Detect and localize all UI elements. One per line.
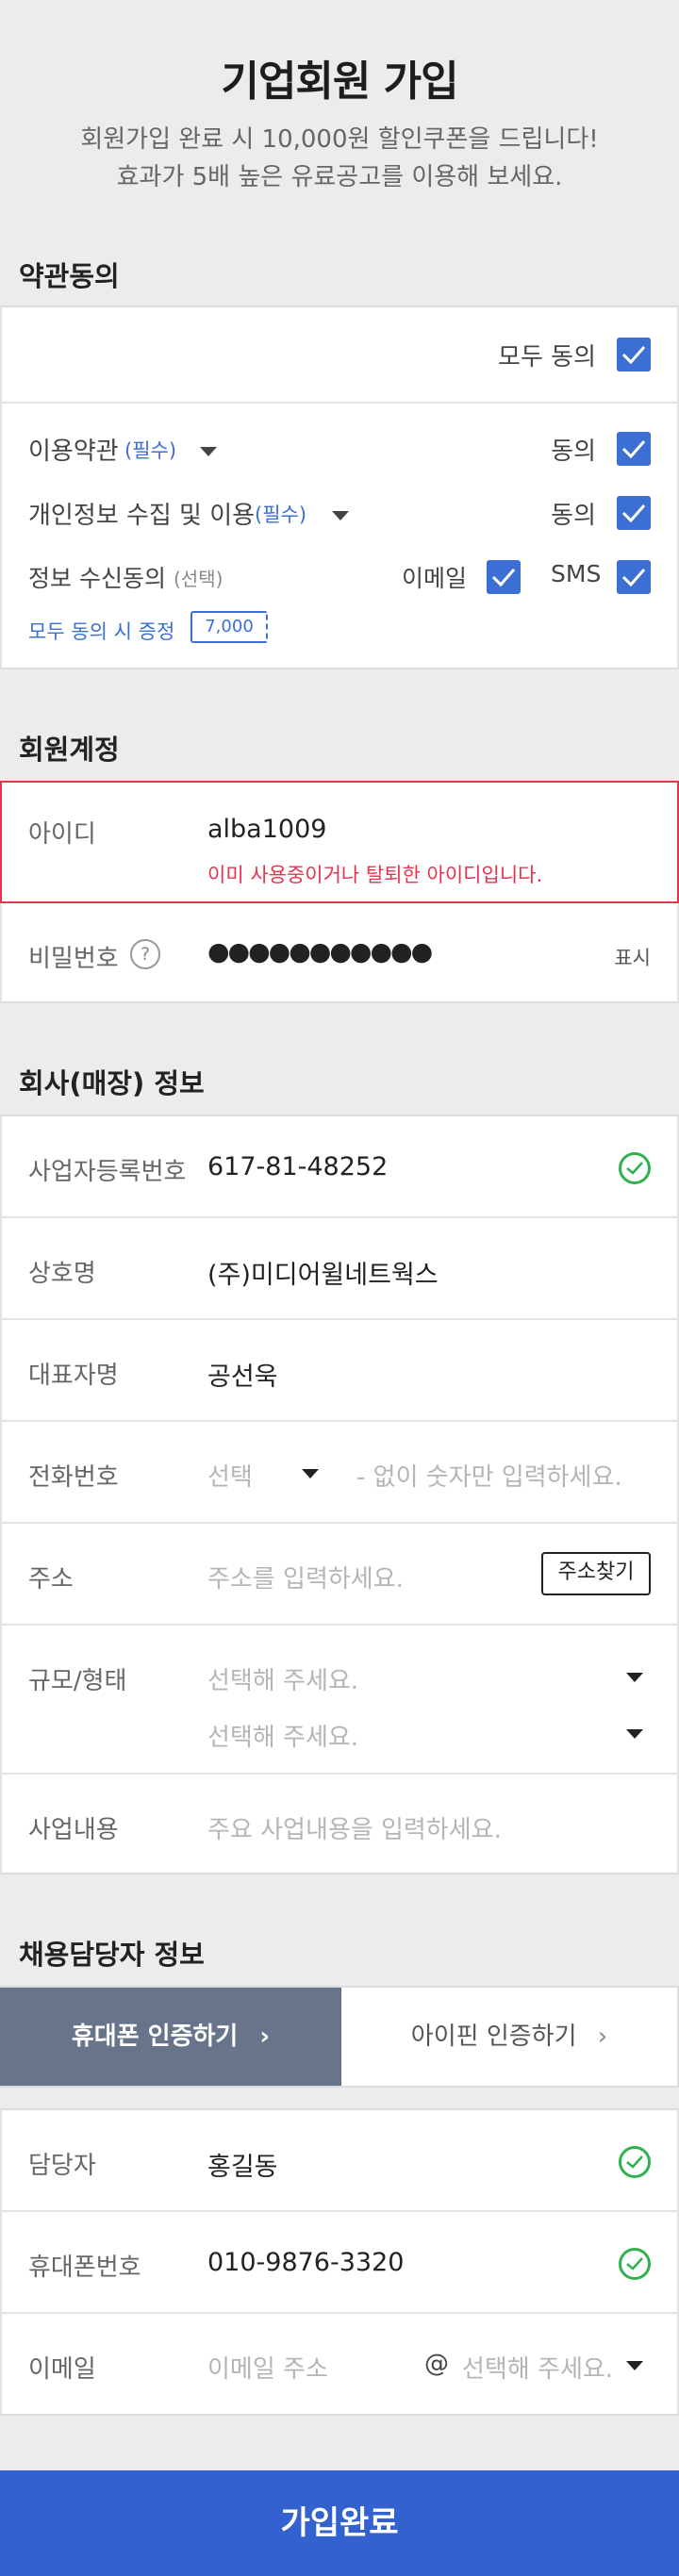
id-error-message: 이미 사용중이거나 탈퇴한 아이디입니다. bbox=[207, 864, 543, 886]
page-header: 기업회원 가입 회원가입 완료 시 10,000원 할인쿠폰을 드립니다! 효과… bbox=[0, 0, 679, 217]
tab-ipin-auth-label: 아이핀 인증하기 bbox=[410, 2023, 577, 2051]
email-local-input[interactable]: 이메일 주소 bbox=[207, 2350, 328, 2385]
marketing-label: 정보 수신동의 bbox=[28, 565, 166, 592]
phone-prefix-caret-icon[interactable] bbox=[302, 1469, 319, 1478]
manager-email-row: 이메일 이메일 주소 @ 선택해 주세요. bbox=[2, 2314, 677, 2414]
tab-ipin-auth-chevron-icon: › bbox=[597, 2023, 608, 2051]
manager-mobile-label: 휴대폰번호 bbox=[28, 2254, 141, 2282]
manager-name-row: 담당자 홍길동 bbox=[2, 2110, 677, 2210]
terms-card: 모두 동의 이용약관 (필수) 동의 개인정보 수집 및 이용 (필수) 동의 … bbox=[0, 305, 679, 669]
submit-button[interactable]: 가입완료 bbox=[0, 2470, 679, 2576]
email-at-symbol: @ bbox=[424, 2350, 449, 2378]
page-subtitle-line2: 효과가 5배 높은 유료공고를 이용해 보세요. bbox=[116, 163, 563, 191]
company-name-row: 상호명 (주)미디어윌네트웍스 bbox=[2, 1218, 677, 1318]
business-label: 사업내용 bbox=[28, 1816, 119, 1844]
business-input[interactable]: 주요 사업내용을 입력하세요. bbox=[207, 1810, 502, 1845]
terms-service-checkbox[interactable] bbox=[617, 432, 651, 466]
ceo-row: 대표자명 공선욱 bbox=[2, 1320, 677, 1420]
terms-row-service: 이용약관 (필수) 동의 bbox=[2, 421, 677, 477]
coupon-badge: 7,000 bbox=[190, 611, 268, 643]
auth-tabs: 휴대폰 인증하기 › 아이핀 인증하기 › bbox=[0, 1986, 679, 2088]
password-help-icon[interactable]: ? bbox=[130, 939, 160, 969]
company-name-input[interactable]: (주)미디어윌네트웍스 bbox=[207, 1254, 439, 1291]
terms-privacy-expand-icon[interactable] bbox=[332, 511, 349, 520]
address-row: 주소 주소를 입력하세요. 주소찾기 bbox=[2, 1524, 677, 1624]
biz-no-input[interactable]: 617-81-48252 bbox=[207, 1152, 388, 1181]
ceo-label: 대표자명 bbox=[28, 1362, 119, 1390]
marketing-sms-checkbox[interactable] bbox=[617, 560, 651, 594]
terms-service-label: 이용약관 bbox=[28, 438, 119, 466]
manager-name-label: 담당자 bbox=[28, 2152, 96, 2180]
email-domain-select[interactable]: 선택해 주세요. bbox=[462, 2350, 613, 2385]
coupon-promo-row: 모두 동의 시 증정 7,000 bbox=[2, 609, 677, 651]
id-input[interactable]: alba1009 bbox=[207, 815, 326, 844]
page-subtitle-line1: 회원가입 완료 시 10,000원 할인쿠폰을 드립니다! bbox=[80, 125, 599, 154]
company-section-title: 회사(매장) 정보 bbox=[19, 1067, 205, 1099]
manager-email-label: 이메일 bbox=[28, 2355, 96, 2384]
terms-privacy-checkbox[interactable] bbox=[617, 496, 651, 530]
password-label: 비밀번호 bbox=[28, 945, 119, 973]
address-search-button[interactable]: 주소찾기 bbox=[541, 1552, 651, 1595]
company-phone-row: 전화번호 선택 - 없이 숫자만 입력하세요. bbox=[2, 1422, 677, 1522]
tab-phone-auth-chevron-icon: › bbox=[259, 2023, 271, 2051]
id-row: 아이디 alba1009 이미 사용중이거나 탈퇴한 아이디입니다. bbox=[2, 783, 677, 903]
business-row: 사업내용 주요 사업내용을 입력하세요. bbox=[2, 1775, 677, 1874]
terms-section-title: 약관동의 bbox=[19, 260, 120, 292]
manager-name-verified-icon bbox=[619, 2146, 651, 2178]
account-section-title: 회원계정 bbox=[19, 734, 120, 766]
manager-name-input[interactable]: 홍길동 bbox=[207, 2146, 278, 2183]
scale-type-select[interactable]: 선택해 주세요. bbox=[207, 1718, 358, 1753]
marketing-sms-label: SMS bbox=[551, 560, 602, 587]
phone-prefix-select[interactable]: 선택 bbox=[207, 1458, 253, 1493]
coupon-promo-text: 모두 동의 시 증정 bbox=[28, 620, 175, 643]
manager-mobile-row: 휴대폰번호 010-9876-3320 bbox=[2, 2212, 677, 2312]
phone-number-input[interactable]: - 없이 숫자만 입력하세요. bbox=[356, 1458, 622, 1493]
marketing-email-checkbox[interactable] bbox=[487, 560, 521, 594]
id-label: 아이디 bbox=[28, 820, 96, 849]
company-card: 사업자등록번호 617-81-48252 상호명 (주)미디어윌네트웍스 대표자… bbox=[0, 1115, 679, 1874]
terms-privacy-agree-label: 동의 bbox=[551, 502, 596, 530]
terms-service-agree-label: 동의 bbox=[551, 438, 596, 466]
terms-row-privacy: 개인정보 수집 및 이용 (필수) 동의 bbox=[2, 485, 677, 541]
tab-phone-auth[interactable]: 휴대폰 인증하기 › bbox=[0, 1988, 341, 2086]
scale-row: 규모/형태 선택해 주세요. 선택해 주세요. bbox=[2, 1626, 677, 1773]
marketing-consent-row: 정보 수신동의 (선택) 이메일 SMS bbox=[2, 549, 677, 605]
biz-no-label: 사업자등록번호 bbox=[28, 1158, 187, 1186]
company-name-label: 상호명 bbox=[28, 1260, 96, 1288]
agree-all-label: 모두 동의 bbox=[498, 343, 596, 372]
page-title: 기업회원 가입 bbox=[221, 58, 458, 106]
marketing-optional-tag: (선택) bbox=[174, 568, 224, 590]
agree-all-row: 모두 동의 bbox=[2, 307, 677, 402]
biz-no-row: 사업자등록번호 617-81-48252 bbox=[2, 1116, 677, 1216]
agree-all-checkbox[interactable] bbox=[617, 338, 651, 372]
tab-phone-auth-label: 휴대폰 인증하기 bbox=[71, 2023, 239, 2051]
password-row: 비밀번호 ? ●●●●●●●●●●● 표시 bbox=[2, 903, 677, 1003]
scale-size-select[interactable]: 선택해 주세요. bbox=[207, 1661, 358, 1696]
tab-ipin-auth[interactable]: 아이핀 인증하기 › bbox=[341, 1988, 677, 2086]
email-domain-caret-icon[interactable] bbox=[626, 2361, 643, 2370]
manager-mobile-input[interactable]: 010-9876-3320 bbox=[207, 2248, 404, 2277]
terms-service-required-tag: (필수) bbox=[124, 439, 177, 462]
terms-service-expand-icon[interactable] bbox=[200, 447, 217, 456]
terms-privacy-required-tag: (필수) bbox=[255, 504, 307, 526]
scale-size-caret-icon[interactable] bbox=[626, 1673, 643, 1682]
password-input[interactable]: ●●●●●●●●●●● bbox=[207, 937, 433, 966]
ceo-input[interactable]: 공선욱 bbox=[207, 1356, 278, 1393]
password-show-toggle[interactable]: 표시 bbox=[614, 943, 651, 971]
manager-mobile-verified-icon bbox=[619, 2248, 651, 2280]
account-card: 아이디 alba1009 이미 사용중이거나 탈퇴한 아이디입니다. 비밀번호 … bbox=[0, 781, 679, 1003]
scale-label: 규모/형태 bbox=[28, 1667, 127, 1695]
manager-section-title: 채용담당자 정보 bbox=[19, 1939, 205, 1971]
address-input[interactable]: 주소를 입력하세요. bbox=[207, 1560, 404, 1594]
marketing-email-label: 이메일 bbox=[402, 565, 468, 592]
company-phone-label: 전화번호 bbox=[28, 1463, 119, 1492]
terms-privacy-label: 개인정보 수집 및 이용 bbox=[28, 502, 256, 530]
biz-no-verified-icon bbox=[619, 1152, 651, 1184]
scale-type-caret-icon[interactable] bbox=[626, 1729, 643, 1739]
manager-card: 담당자 홍길동 휴대폰번호 010-9876-3320 이메일 이메일 주소 @… bbox=[0, 2108, 679, 2416]
address-label: 주소 bbox=[28, 1565, 74, 1593]
